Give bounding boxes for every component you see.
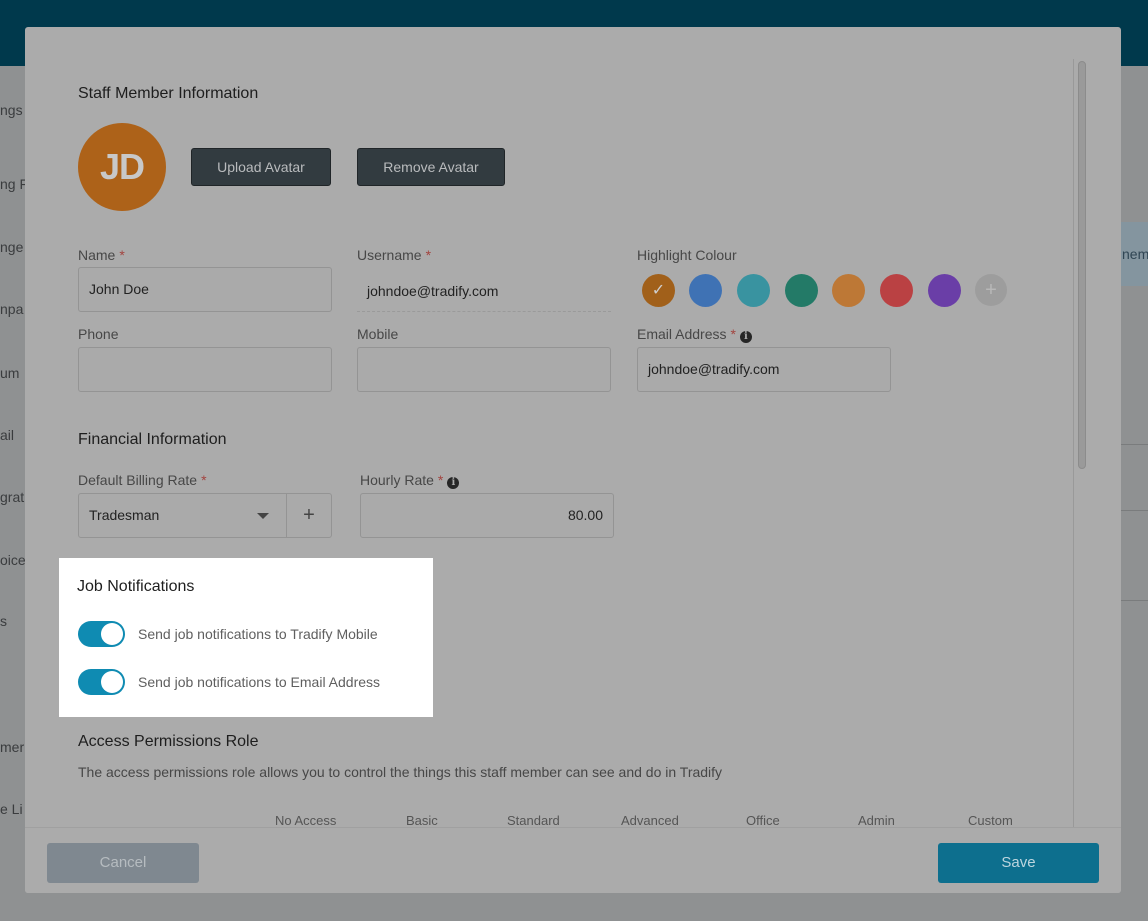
add-colour-button[interactable]: + [975, 274, 1007, 306]
required-marker: * [201, 472, 207, 488]
tradify-mobile-notifications-label: Send job notifications to Tradify Mobile [138, 626, 378, 642]
financial-info-title: Financial Information [78, 431, 227, 448]
upload-avatar-button[interactable]: Upload Avatar [191, 148, 331, 186]
colour-swatch-green[interactable] [785, 274, 818, 307]
name-input[interactable]: John Doe [78, 267, 332, 312]
required-marker: * [119, 247, 125, 263]
colour-swatch-orange-selected[interactable]: ✓ [642, 274, 675, 307]
avatar-initials: JD [99, 146, 145, 187]
role-column-basic: Basic [406, 813, 438, 827]
required-marker: * [437, 472, 444, 488]
background-nav-item: npa [0, 301, 24, 317]
role-column-no-access: No Access [275, 813, 337, 827]
default-billing-rate-label: Default Billing Rate * [78, 472, 207, 488]
toggle-knob [101, 623, 123, 645]
email-address-label: Email Address * i [637, 326, 752, 343]
colour-swatch-red[interactable] [880, 274, 913, 307]
avatar: JD [78, 123, 166, 211]
caret-down-icon [257, 513, 269, 519]
add-billing-rate-button[interactable]: + [287, 494, 331, 537]
toggle-tradify-mobile-notifications[interactable] [78, 621, 125, 647]
colour-swatch-teal[interactable] [737, 274, 770, 307]
colour-swatch-amber[interactable] [832, 274, 865, 307]
background-nav-item: mer [0, 739, 25, 755]
remove-avatar-button[interactable]: Remove Avatar [357, 148, 505, 186]
username-label: Username * [357, 247, 432, 263]
plus-icon: + [985, 279, 997, 301]
highlight-colour-label: Highlight Colour [637, 247, 737, 263]
email-notifications-label: Send job notifications to Email Address [138, 674, 381, 690]
toggle-email-notifications[interactable] [78, 669, 125, 695]
modal-footer: Cancel Save [25, 827, 1121, 893]
job-notifications-panel: Job Notifications Send job notifications… [59, 558, 433, 717]
mobile-input[interactable] [357, 347, 611, 392]
save-button[interactable]: Save [938, 843, 1099, 883]
username-input[interactable]: johndoe@tradify.com [357, 267, 611, 312]
background-nav-item: um [0, 365, 20, 381]
default-billing-rate-select[interactable]: Tradesman + [78, 493, 332, 538]
toggle-knob [101, 671, 123, 693]
background-nav-item: grat [0, 489, 25, 505]
mobile-label: Mobile [357, 326, 399, 342]
name-label: Name * [78, 247, 125, 263]
required-marker: * [425, 247, 432, 263]
background-nav-item: ail [0, 427, 15, 443]
role-column-custom: Custom [968, 813, 1013, 827]
background-nav-item: ngs [0, 102, 23, 118]
phone-label: Phone [78, 326, 119, 342]
role-column-admin: Admin [858, 813, 895, 827]
access-permissions-description: The access permissions role allows you t… [78, 764, 723, 780]
check-icon: ✓ [651, 282, 666, 299]
background-divider [1120, 444, 1148, 445]
role-column-standard: Standard [507, 813, 560, 827]
info-icon[interactable]: i [739, 331, 752, 343]
phone-input[interactable] [78, 347, 332, 392]
background-right-text: nem [1122, 246, 1148, 262]
background-nav-item: ng F [0, 176, 29, 192]
colour-swatch-purple[interactable] [928, 274, 961, 307]
background-divider [1120, 600, 1148, 601]
staff-info-title: Staff Member Information [78, 85, 259, 102]
staff-member-modal: Staff Member Information JD Upload Avata… [25, 27, 1121, 893]
role-column-office: Office [746, 813, 780, 827]
email-address-input[interactable]: johndoe@tradify.com [637, 347, 891, 392]
info-icon[interactable]: i [447, 477, 460, 489]
job-notifications-title: Job Notifications [77, 578, 195, 595]
hourly-rate-input[interactable]: 80.00 [360, 493, 614, 538]
background-nav-item: s [0, 613, 7, 629]
background-divider [1120, 510, 1148, 511]
billing-rate-value: Tradesman [89, 507, 160, 523]
access-permissions-title: Access Permissions Role [78, 733, 259, 750]
background-nav-item: e Li [0, 801, 23, 817]
background-nav-item: oice [0, 552, 26, 568]
scrollbar-thumb[interactable] [1078, 61, 1086, 469]
required-marker: * [730, 326, 736, 342]
cancel-button[interactable]: Cancel [47, 843, 199, 883]
background-nav-item: nge [0, 239, 24, 255]
colour-swatch-blue[interactable] [689, 274, 722, 307]
role-column-advanced: Advanced [621, 813, 679, 827]
hourly-rate-label: Hourly Rate * i [360, 472, 460, 489]
